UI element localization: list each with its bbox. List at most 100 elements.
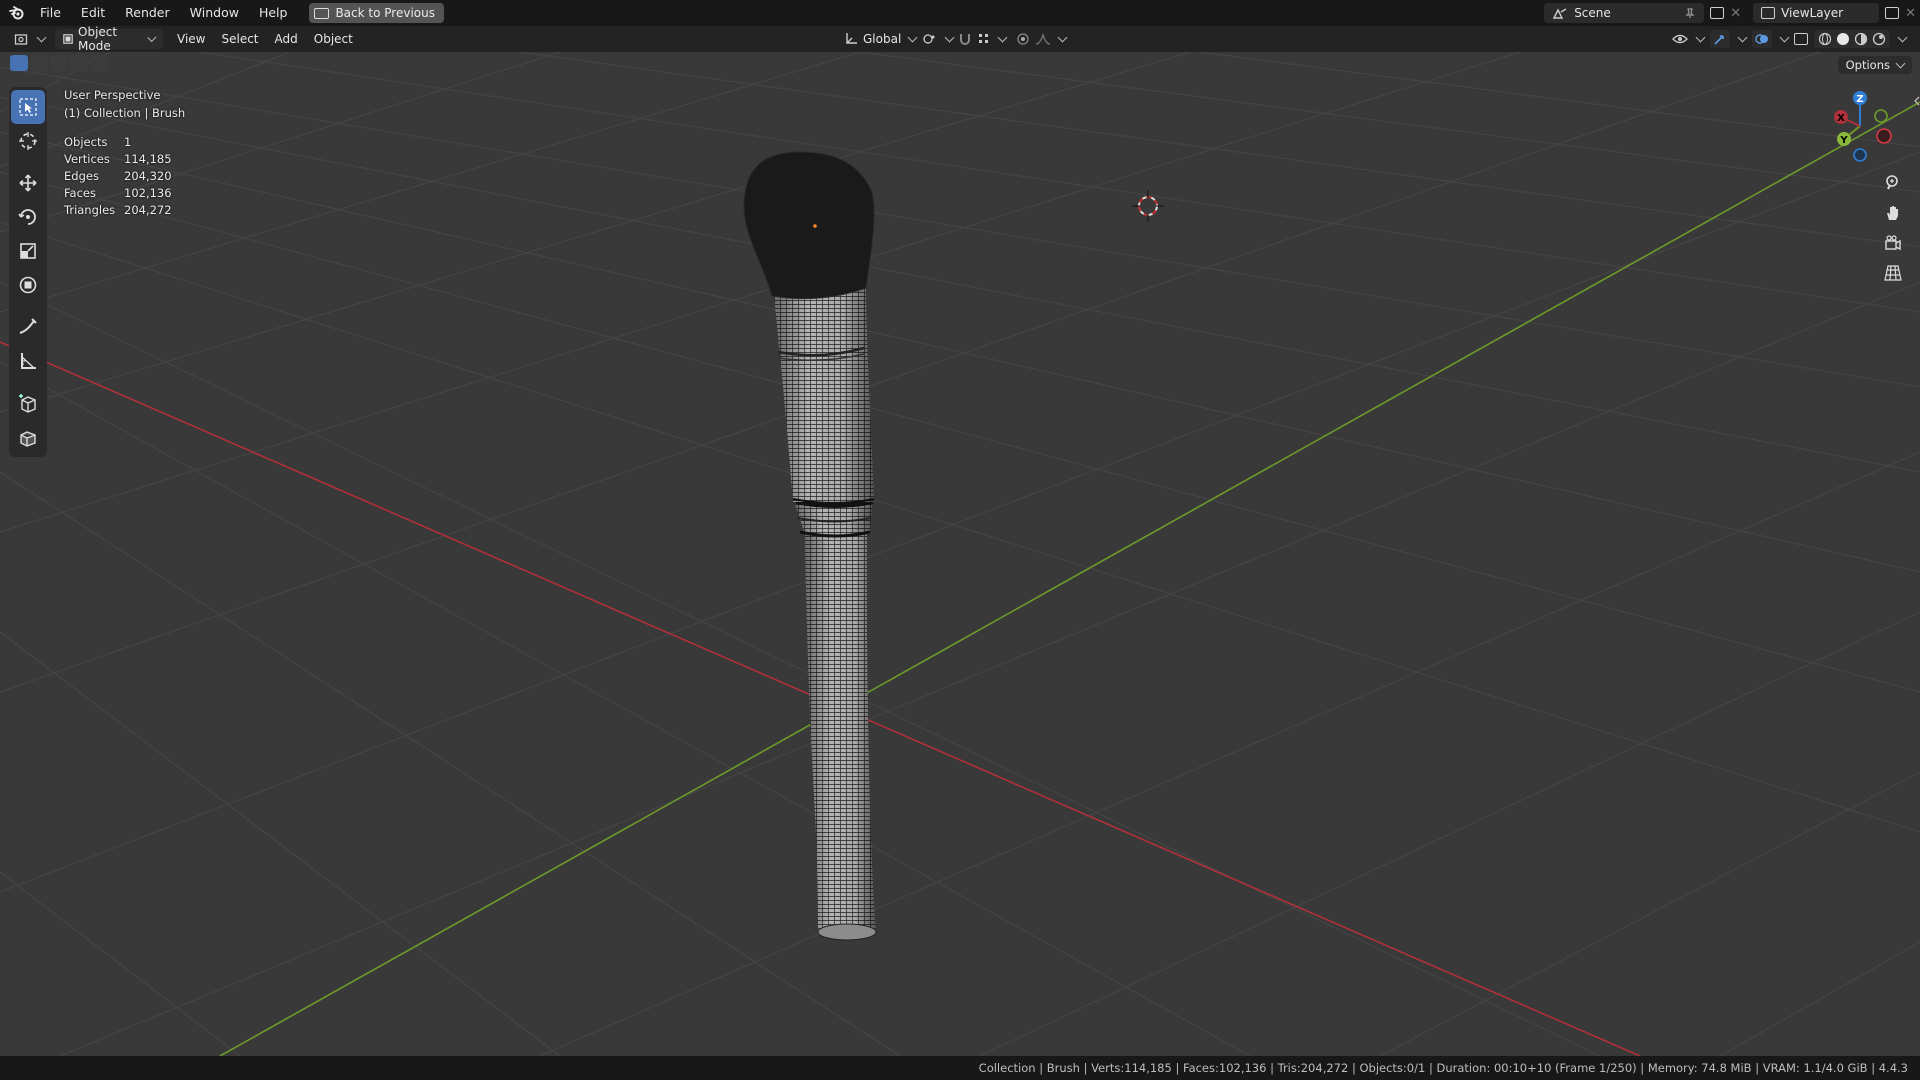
scale-tool[interactable] <box>9 234 47 268</box>
select-box-tool[interactable] <box>11 90 45 124</box>
material-shading-icon[interactable] <box>1854 32 1868 46</box>
menu-add[interactable]: Add <box>267 29 306 49</box>
visibility-eye-icon[interactable] <box>1672 32 1688 46</box>
gizmo-neg-x[interactable] <box>1876 128 1892 144</box>
options-dropdown[interactable]: Options <box>1837 56 1912 74</box>
mode-dropdown[interactable]: Object Mode <box>55 25 163 53</box>
snap-magnet-icon <box>960 34 970 45</box>
menu-edit[interactable]: Edit <box>71 0 115 26</box>
move-tool[interactable] <box>9 166 47 200</box>
orientation-icon <box>846 33 857 44</box>
viewport-header: Object Mode View Select Add Object Globa… <box>0 25 1920 53</box>
brush-object[interactable] <box>743 151 877 1056</box>
move-icon <box>19 174 37 192</box>
select-new-icon[interactable] <box>10 55 28 71</box>
measure-tool[interactable] <box>9 344 47 378</box>
editor-type-button[interactable] <box>6 29 53 49</box>
gizmo-neg-y[interactable] <box>1874 109 1888 123</box>
menu-file[interactable]: File <box>30 0 71 26</box>
sidebar-toggle-icon[interactable] <box>1914 94 1920 108</box>
screen-back-icon <box>314 7 330 19</box>
floor-grid <box>0 52 1920 1056</box>
chevron-down-icon <box>1057 32 1068 42</box>
transform-icon <box>19 276 37 294</box>
select-extend-icon[interactable] <box>30 55 48 71</box>
xray-icon[interactable] <box>1794 33 1808 45</box>
pivot-icon <box>923 34 935 44</box>
select-box-icon <box>19 98 37 116</box>
menu-window[interactable]: Window <box>180 0 249 26</box>
menu-view[interactable]: View <box>169 29 213 49</box>
stat-value: 204,272 <box>124 203 172 217</box>
measure-icon <box>21 353 36 369</box>
scene-statistics: Objects 1 Vertices 114,185 Edges 204,320 Fa… <box>64 134 185 219</box>
object-mode-icon <box>63 34 73 44</box>
overlays-icon <box>1755 34 1768 44</box>
extrude-tool[interactable] <box>9 420 47 454</box>
view-layer-selector[interactable]: ViewLayer <box>1753 3 1880 23</box>
remove-view-layer-icon[interactable]: ✕ <box>1905 6 1916 21</box>
3d-viewport[interactable] <box>0 52 1920 1056</box>
menu-help[interactable]: Help <box>249 0 298 26</box>
chevron-down-icon <box>36 32 47 42</box>
add-cube-icon <box>19 394 36 413</box>
chevron-down-icon <box>1897 32 1908 42</box>
mode-label: Object Mode <box>78 25 118 53</box>
stat-label: Objects <box>64 135 108 149</box>
back-to-previous-label: Back to Previous <box>335 6 435 20</box>
transform-tool[interactable] <box>9 268 47 302</box>
select-invert-icon[interactable] <box>70 55 88 71</box>
rotate-tool[interactable] <box>9 200 47 234</box>
stat-value: 1 <box>124 135 132 149</box>
scale-icon <box>20 243 36 259</box>
new-scene-icon[interactable] <box>1710 7 1725 19</box>
wireframe-shading-icon[interactable] <box>1818 32 1832 46</box>
select-intersect-icon[interactable] <box>90 55 108 71</box>
menu-select[interactable]: Select <box>213 29 266 49</box>
pin-icon[interactable] <box>1684 7 1696 19</box>
scene-selector[interactable]: Scene <box>1544 3 1705 23</box>
perspective-toggle-button[interactable] <box>1880 260 1906 286</box>
gizmo-neg-z[interactable] <box>1853 148 1867 162</box>
snap-controls[interactable] <box>950 29 1014 49</box>
proportional-edit-controls[interactable] <box>1008 29 1074 49</box>
chevron-down-icon <box>1695 32 1706 42</box>
back-to-previous-button[interactable]: Back to Previous <box>309 3 444 23</box>
blender-logo[interactable] <box>4 0 30 26</box>
camera-view-button[interactable] <box>1880 230 1906 256</box>
stat-label: Edges <box>64 169 99 183</box>
editor-type-icon <box>14 34 28 45</box>
active-collection: (1) Collection | Brush <box>64 106 186 120</box>
solid-shading-icon[interactable] <box>1836 32 1850 46</box>
zoom-button[interactable] <box>1880 170 1906 196</box>
scene-icon <box>1553 8 1567 19</box>
remove-scene-icon[interactable]: ✕ <box>1730 6 1741 21</box>
scene-canvas <box>0 52 1920 1056</box>
hand-icon <box>1887 206 1898 220</box>
gizmo-icon <box>1714 35 1724 45</box>
view-name: User Perspective <box>64 88 161 102</box>
new-view-layer-icon[interactable] <box>1885 7 1900 19</box>
menu-render[interactable]: Render <box>115 0 180 26</box>
select-subtract-icon[interactable] <box>50 55 68 71</box>
overlays-toggle[interactable] <box>1752 30 1772 48</box>
selection-mode-row <box>10 55 108 71</box>
gizmo-toggle[interactable] <box>1710 30 1730 48</box>
stat-row: Vertices 114,185 <box>64 151 185 168</box>
navigation-gizmo[interactable]: Z X Y <box>1820 88 1900 168</box>
pan-button[interactable] <box>1880 200 1906 226</box>
proportional-edit-icon <box>1017 33 1029 45</box>
chevron-down-icon <box>1737 32 1748 42</box>
annotate-tool[interactable] <box>9 310 47 344</box>
cursor-tool[interactable] <box>9 124 47 158</box>
tool-shelf <box>9 87 47 457</box>
top-right-controls: Scene ✕ ViewLayer ✕ <box>1544 0 1920 26</box>
chevron-down-icon <box>997 32 1008 42</box>
3d-cursor[interactable] <box>1132 190 1164 222</box>
top-menu-bar: File Edit Render Window Help Back to Pre… <box>0 0 1920 26</box>
rendered-shading-icon[interactable] <box>1872 32 1886 46</box>
gizmo-x-label: X <box>1837 113 1845 124</box>
menu-object[interactable]: Object <box>306 29 361 49</box>
add-cube-tool[interactable] <box>9 386 47 420</box>
orientation-dropdown[interactable]: Global <box>836 29 924 49</box>
